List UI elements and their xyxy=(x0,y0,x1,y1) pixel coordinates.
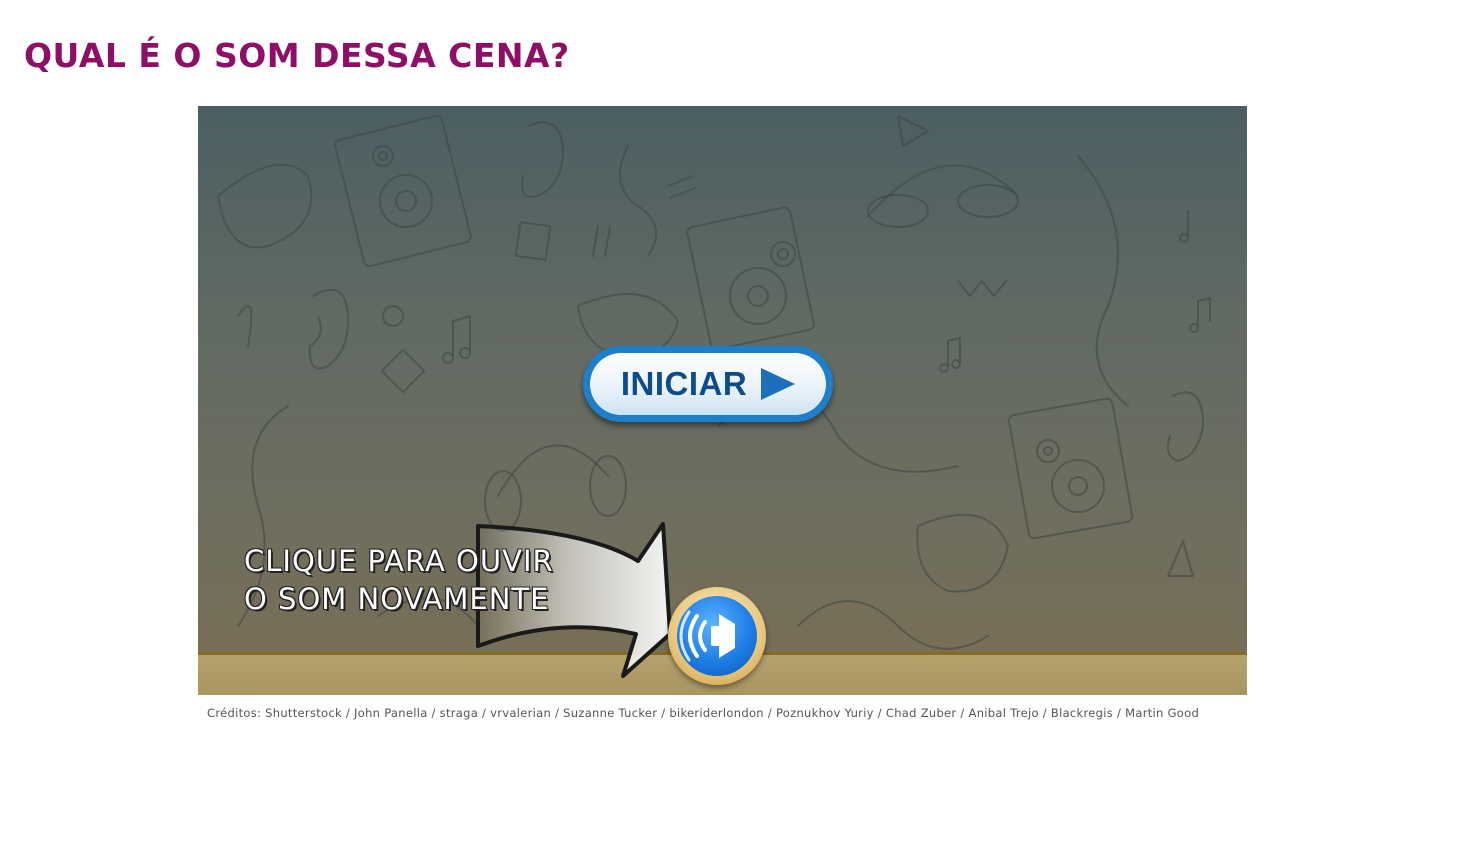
play-icon xyxy=(761,368,796,400)
replay-sound-button-face[interactable] xyxy=(677,596,757,676)
replay-hint-text: CLIQUE PARA OUVIR O SOM NOVAMENTE xyxy=(244,542,604,618)
game-stage: CLIQUE PARA OUVIR O SOM NOVAMENTE INICIA… xyxy=(198,106,1247,695)
hint-line: O SOM NOVAMENTE xyxy=(244,582,550,616)
start-button-label: INICIAR xyxy=(620,365,748,402)
speaker-icon xyxy=(679,610,735,662)
start-button-face[interactable]: INICIAR xyxy=(590,353,826,415)
replay-sound-button[interactable] xyxy=(668,587,766,685)
hint-line: CLIQUE PARA OUVIR xyxy=(244,544,554,578)
start-button[interactable]: INICIAR xyxy=(583,346,833,422)
image-credits: Créditos: Shutterstock / John Panella / … xyxy=(207,706,1200,720)
page-title: QUAL É O SOM DESSA CENA? xyxy=(24,36,570,75)
